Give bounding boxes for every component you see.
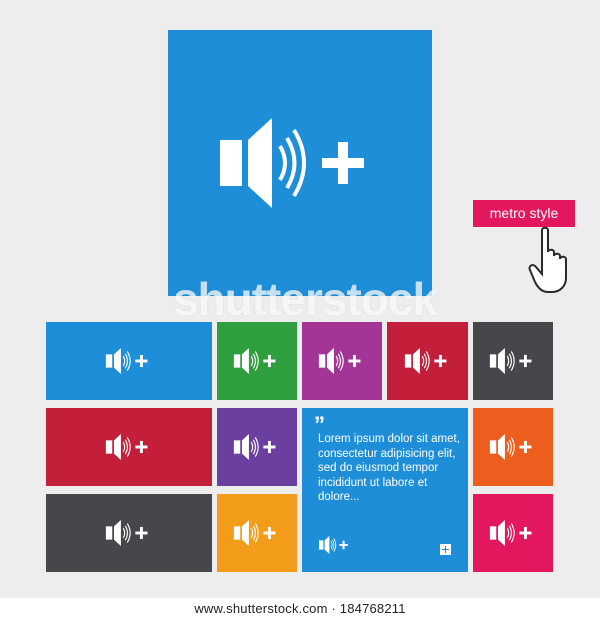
lorem-text: Lorem ipsum dolor sit amet, consectetur … xyxy=(318,433,460,504)
speaker-volume-up-plus-icon xyxy=(105,434,149,460)
speaker-volume-up-plus-icon xyxy=(318,536,349,554)
plus-box-icon[interactable] xyxy=(440,544,451,555)
text-tile[interactable]: ” Lorem ipsum dolor sit amet, consectetu… xyxy=(302,408,468,572)
speaker-volume-up-plus-icon xyxy=(489,348,533,374)
metro-style-badge[interactable]: metro style xyxy=(473,200,575,227)
tile-dark-gray[interactable] xyxy=(473,322,553,400)
speaker-volume-up-plus-icon xyxy=(233,348,277,374)
pointing-hand-cursor-icon xyxy=(528,226,567,293)
speaker-volume-up-plus-icon xyxy=(489,434,533,460)
big-blue-tile[interactable] xyxy=(168,30,432,296)
speaker-volume-up-plus-icon xyxy=(220,118,366,208)
tile-green[interactable] xyxy=(217,322,297,400)
tile-red-wide[interactable] xyxy=(46,408,212,486)
tile-pink[interactable] xyxy=(473,494,553,572)
tile-red[interactable] xyxy=(387,322,468,400)
tile-blue-wide[interactable] xyxy=(46,322,212,400)
tile-purple[interactable] xyxy=(302,322,382,400)
speaker-volume-up-plus-icon xyxy=(105,520,149,546)
speaker-volume-up-plus-icon xyxy=(233,520,277,546)
speaker-volume-up-plus-icon xyxy=(403,348,447,374)
speaker-volume-up-plus-icon xyxy=(489,520,533,546)
footer-credit: www.shutterstock.com · 184768211 xyxy=(0,598,600,620)
tile-orange[interactable] xyxy=(473,408,553,486)
speaker-volume-up-plus-icon xyxy=(318,348,362,374)
speaker-volume-up-plus-icon xyxy=(233,434,277,460)
tile-dark-gray-wide[interactable] xyxy=(46,494,212,572)
tile-yellow-orange[interactable] xyxy=(217,494,297,572)
speaker-volume-up-plus-icon xyxy=(105,348,149,374)
watermark: shutterstock xyxy=(172,273,438,325)
tile-violet[interactable] xyxy=(217,408,297,486)
